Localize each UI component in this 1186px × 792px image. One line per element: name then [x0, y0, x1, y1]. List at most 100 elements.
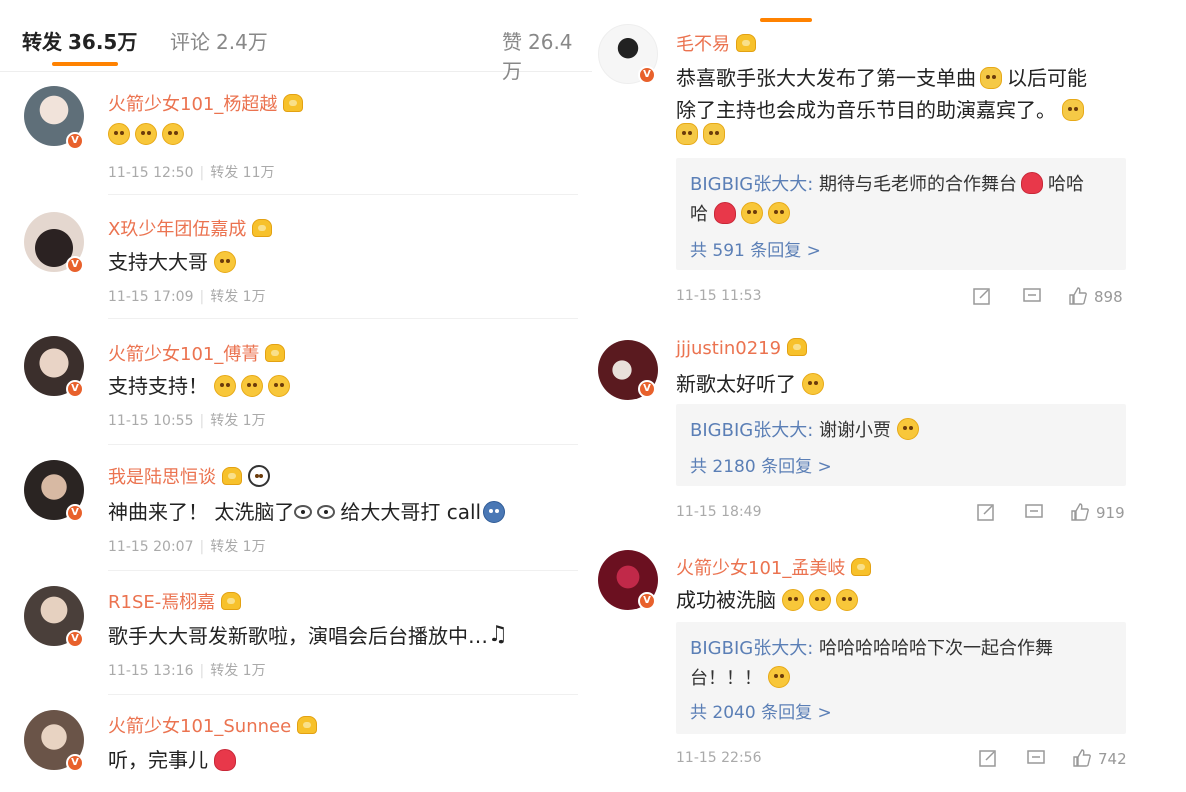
repost-author-name[interactable]: R1SE-焉栩嘉 [108, 588, 242, 614]
verified-badge: V [66, 380, 84, 398]
repost-author-name-text: 我是陆思恒谈 [108, 467, 216, 488]
comment-text: 成功被洗脑 [676, 588, 776, 612]
reply-line: BIGBIG张大大: 期待与毛老师的合作舞台 哈哈 [690, 170, 1084, 196]
repost-icon[interactable] [972, 286, 992, 306]
repost-text: 支持支持！ [108, 370, 295, 399]
repost-author-name[interactable]: 火箭少女101_杨超越 [108, 90, 304, 116]
repost-icon[interactable] [978, 748, 998, 768]
reply-preview[interactable]: BIGBIG张大大: 期待与毛老师的合作舞台 哈哈 哈 共 591 条回复 > [676, 158, 1126, 270]
vip-crown-icon [851, 558, 872, 576]
repost-count-label: 转发 [210, 663, 239, 679]
reply-line-2: 哈 [690, 200, 795, 226]
comment-emoji-line [676, 122, 730, 146]
repost-count: 1万 [242, 539, 266, 555]
comment-actions: 742 [978, 748, 1186, 772]
panda-emoji-icon [248, 465, 270, 487]
repost-meta: 11-15 13:16 | 转发 1万 [108, 663, 266, 679]
repost-icon[interactable] [976, 502, 996, 522]
repost-author-name-text: R1SE-焉栩嘉 [108, 592, 216, 613]
grin-sweat-emoji-icon [135, 123, 157, 145]
like-thumb-icon[interactable] [1070, 502, 1090, 522]
verified-badge: V [638, 66, 656, 84]
tab-repost-label: 转发 [22, 30, 62, 54]
like-count: 919 [1096, 504, 1125, 522]
comment-text-cont: 以后可能 [1007, 66, 1087, 90]
repost-count: 1万 [242, 413, 266, 429]
comment-text-line-1: 新歌太好听了 [676, 368, 829, 397]
grin-sweat-emoji-icon [268, 375, 291, 397]
repost-text: 神曲来了！ 太洗脑了 给大大哥打 call [108, 496, 510, 525]
reply-text-2: 哈 [690, 204, 708, 225]
vip-crown-icon [222, 467, 242, 485]
active-tab-underline [52, 62, 118, 66]
repost-author-name[interactable]: 火箭少女101_傅菁 [108, 340, 286, 366]
comment-text-2: 除了主持也会成为音乐节目的助演嘉宾了。 [676, 98, 1056, 122]
party-emoji-icon [980, 67, 1002, 89]
clap-emoji-icon [703, 123, 725, 145]
repost-author-name[interactable]: 我是陆思恒谈 [108, 463, 275, 489]
repost-count-label: 转发 [210, 289, 239, 305]
reply-line: BIGBIG张大大: 谢谢小贾 [690, 416, 924, 442]
vip-crown-icon [221, 592, 242, 610]
repost-text: 支持大大哥 [108, 246, 241, 275]
comment-icon[interactable] [1026, 748, 1046, 768]
reply-line: BIGBIG张大大: 哈哈哈哈哈哈下次一起合作舞 [690, 634, 1053, 660]
vip-crown-icon [265, 344, 286, 362]
reply-preview[interactable]: BIGBIG张大大: 谢谢小贾 共 2180 条回复 > [676, 404, 1126, 486]
reply-total-link[interactable]: 共 2180 条回复 > [690, 452, 832, 477]
tongue-emoji-icon [809, 589, 832, 611]
reply-text-2: 台！！！ [690, 668, 762, 689]
repost-text-content: 支持大大哥 [108, 250, 208, 274]
eyes-emoji-icon [317, 505, 336, 519]
comment-author-name[interactable]: 火箭少女101_孟美岐 [676, 554, 872, 580]
comment-time: 11-15 22:56 [676, 750, 762, 766]
comment-panel: V 毛不易 恭喜歌手张大大发布了第一支单曲 以后可能 除了主持也会成为音乐节目的助… [592, 0, 1186, 792]
vip-crown-icon [252, 219, 273, 237]
repost-author-name[interactable]: X玖少年团伍嘉成 [108, 215, 273, 241]
repost-count: 11万 [242, 165, 275, 181]
verified-badge: V [66, 630, 84, 648]
like-thumb-icon[interactable] [1068, 286, 1088, 306]
tab-comment[interactable]: 评论 2.4万 [170, 26, 268, 55]
verified-badge: V [66, 132, 84, 150]
repost-text-content: 支持支持！ [108, 374, 208, 398]
comment-author-name[interactable]: 毛不易 [676, 30, 756, 56]
repost-meta: 11-15 20:07 | 转发 1万 [108, 539, 266, 555]
reply-author[interactable]: BIGBIG张大大: [690, 420, 813, 441]
tab-bar: 转发 36.5万 评论 2.4万 赞 26.4万 [0, 0, 592, 83]
verified-badge: V [66, 754, 84, 772]
reply-author[interactable]: BIGBIG张大大: [690, 638, 813, 659]
reply-author[interactable]: BIGBIG张大大: [690, 174, 813, 195]
repost-author-name-text: 火箭少女101_Sunnee [108, 716, 292, 737]
repost-count-label: 转发 [210, 165, 239, 181]
tab-like-label: 赞 [502, 30, 522, 54]
reply-total-link[interactable]: 共 591 条回复 > [690, 236, 821, 261]
clap-emoji-icon [676, 123, 698, 145]
grin-emoji-icon [214, 251, 237, 273]
repost-text: 听，完事儿 [108, 744, 241, 773]
verified-badge: V [638, 380, 656, 398]
repost-text-content: 听，完事儿 [108, 748, 208, 772]
reply-text-after: 哈哈 [1048, 174, 1085, 195]
reply-total-link[interactable]: 共 2040 条回复 > [690, 698, 832, 723]
tab-like[interactable]: 赞 26.4万 [502, 26, 592, 84]
heart-eyes-emoji-icon [713, 202, 736, 224]
comment-icon[interactable] [1022, 286, 1042, 306]
repost-meta: 11-15 12:50 | 转发 11万 [108, 165, 275, 181]
repost-text: 歌手大大哥发新歌啦，演唱会后台播放中… [108, 620, 515, 649]
comment-author-name[interactable]: jjjustin0219 [676, 338, 808, 359]
repost-time: 11-15 10:55 [108, 413, 194, 429]
tab-repost[interactable]: 转发 36.5万 [22, 26, 137, 55]
like-thumb-icon[interactable] [1072, 748, 1092, 768]
divider [108, 444, 578, 445]
repost-author-name[interactable]: 火箭少女101_Sunnee [108, 712, 318, 738]
comment-icon[interactable] [1024, 502, 1044, 522]
vip-crown-icon [297, 716, 318, 734]
comment-actions: 898 [972, 286, 1186, 310]
reply-preview[interactable]: BIGBIG张大大: 哈哈哈哈哈哈下次一起合作舞 台！！！ 共 2040 条回复… [676, 622, 1126, 734]
repost-time: 11-15 17:09 [108, 289, 194, 305]
verified-badge: V [66, 504, 84, 522]
repost-text [108, 122, 189, 146]
like-count: 898 [1094, 288, 1123, 306]
comment-text-line-1: 恭喜歌手张大大发布了第一支单曲 以后可能 [676, 62, 1087, 91]
